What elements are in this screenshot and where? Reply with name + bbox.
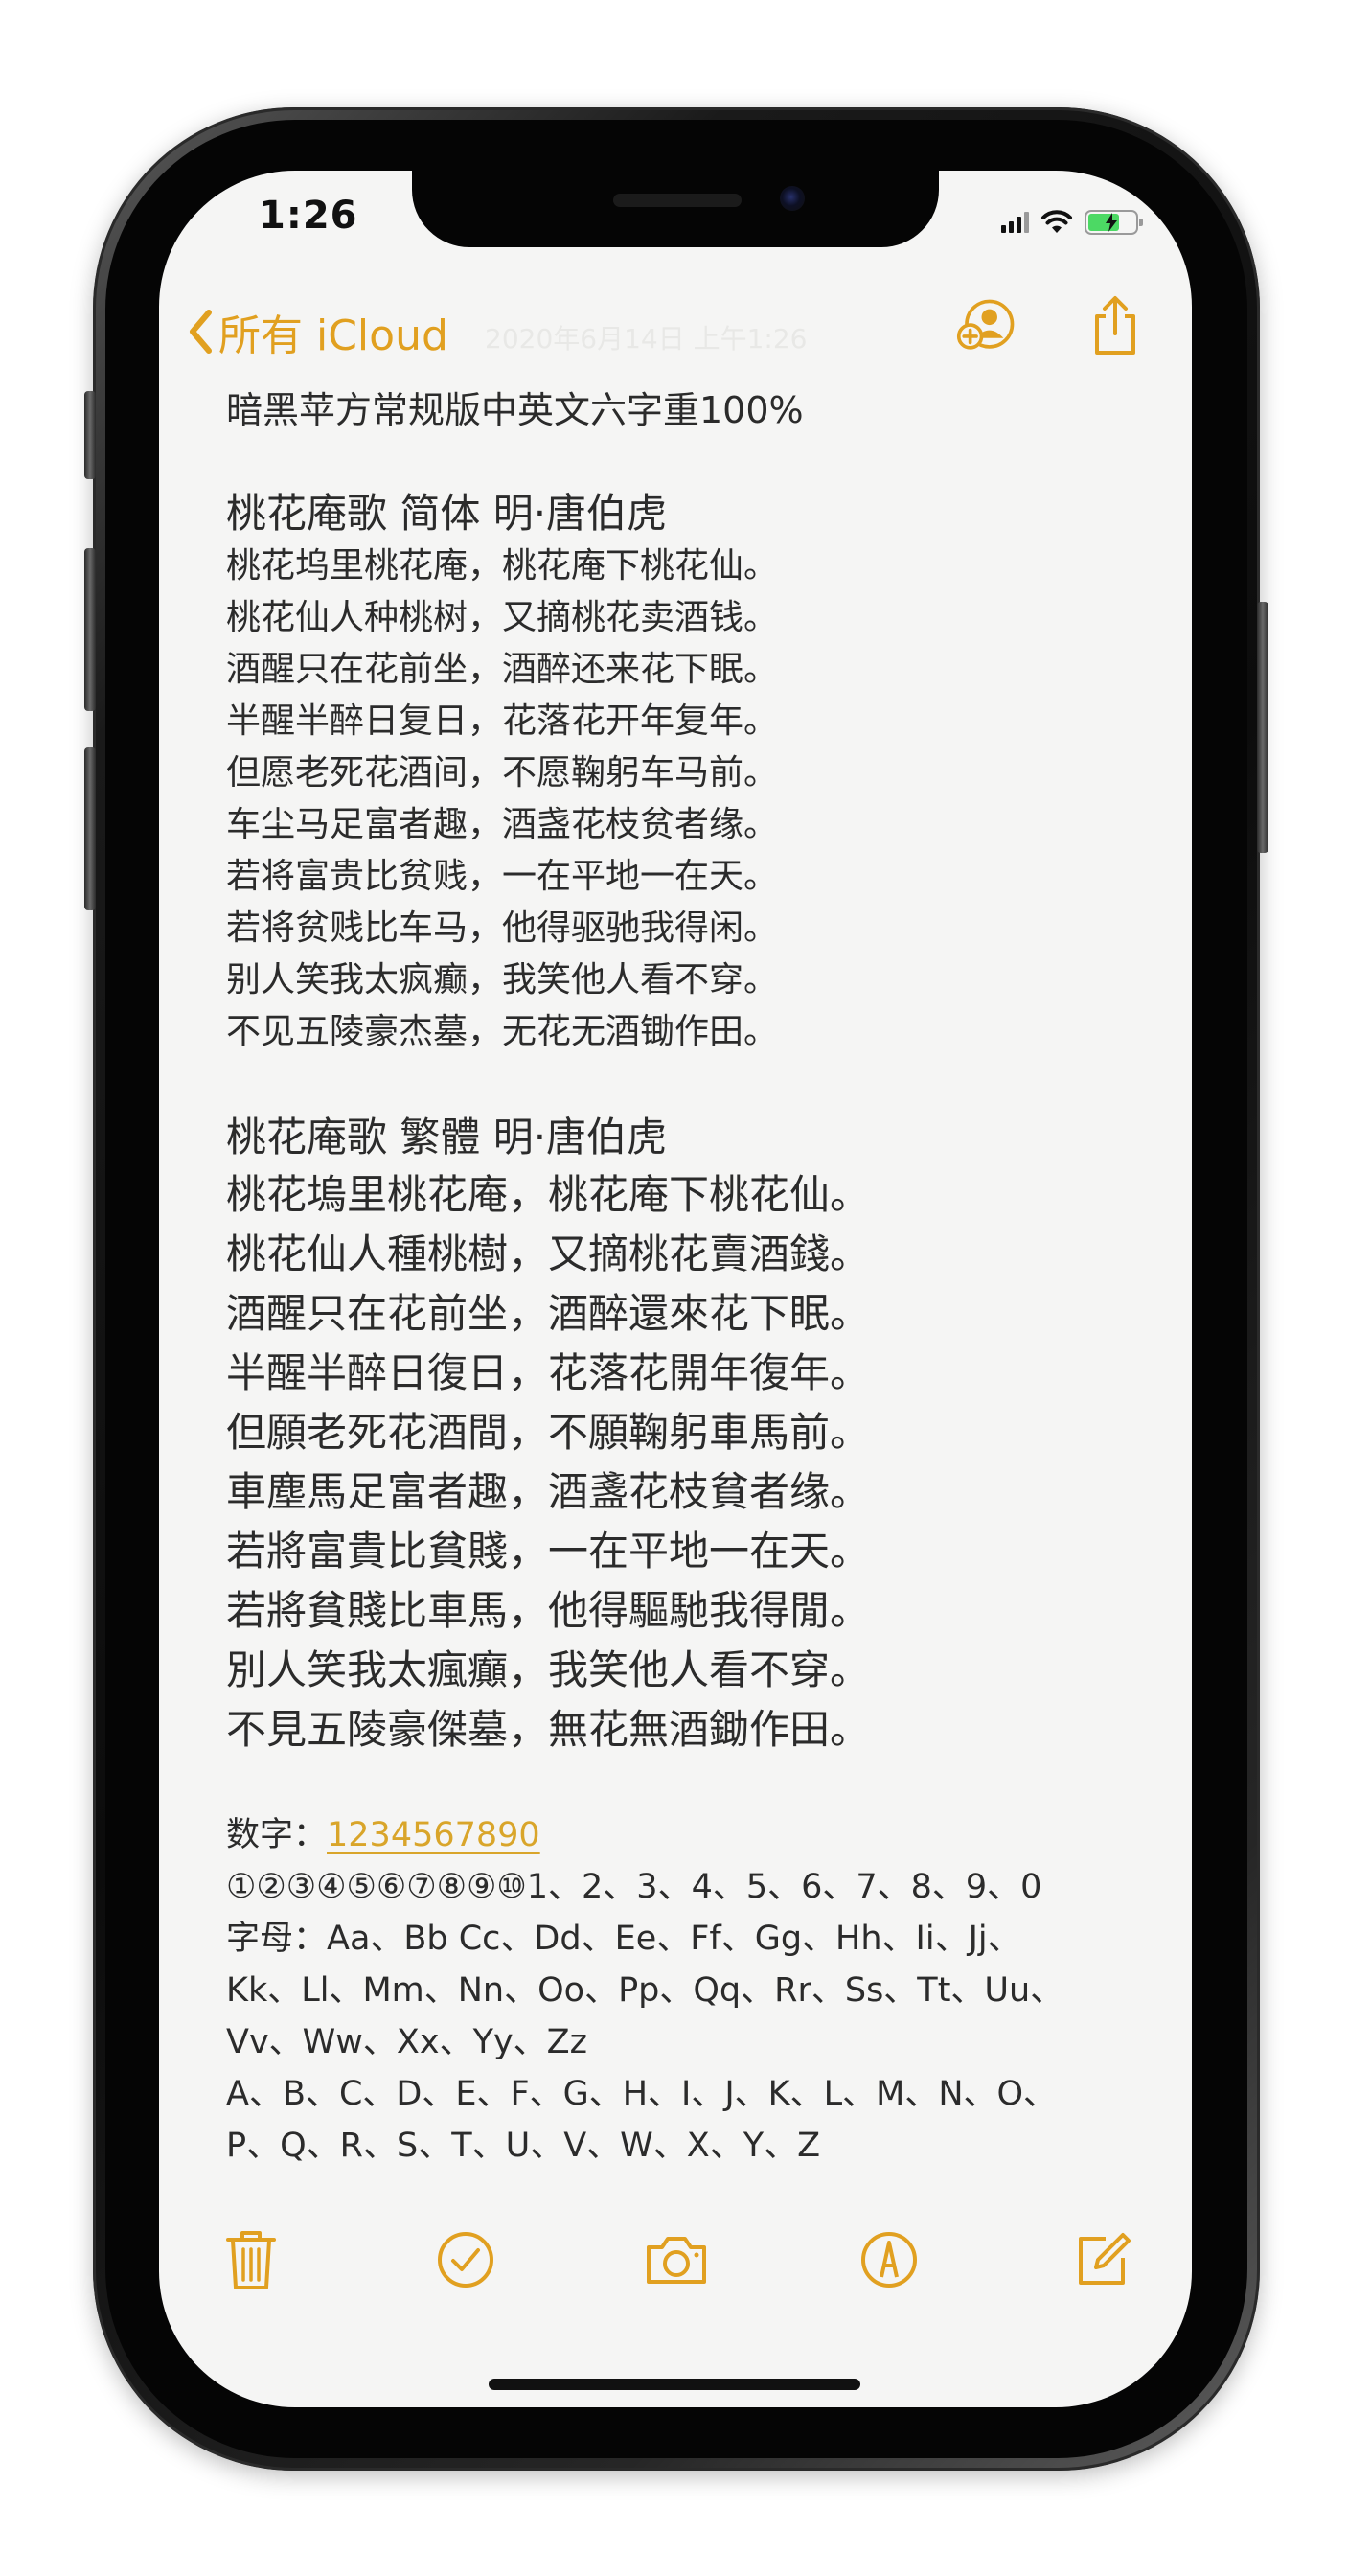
poem-line: 若將貧賤比車馬，他得驅馳我得閒。 xyxy=(226,1587,871,1634)
volume-up-button xyxy=(84,548,96,711)
poem-line: 酒醒只在花前坐，酒醉还来花下眠。 xyxy=(226,650,779,689)
poem-line: 别人笑我太疯癫，我笑他人看不穿。 xyxy=(226,960,779,1000)
poem-line: 若将富贵比贫贱，一在平地一在天。 xyxy=(226,857,779,896)
screen: 1:26 所有 iCloud 2020年6月14日 上午1:26 暗黑苹方常规版… xyxy=(159,171,1192,2407)
status-icons xyxy=(1001,209,1143,236)
note-body[interactable]: 暗黑苹方常规版中英文六字重100% 桃花庵歌 简体 明·唐伯虎 桃花坞里桃花庵，… xyxy=(226,383,1154,2172)
letters-line: P、Q、R、S、T、U、V、W、X、Y、Z xyxy=(226,2127,821,2165)
poem-line: 別人笑我太瘋癲，我笑他人看不穿。 xyxy=(226,1646,871,1693)
back-button-label: 所有 iCloud xyxy=(218,311,448,360)
notch xyxy=(412,171,939,247)
letters-line: 字母：Aa、Bb Cc、Dd、Ee、Ff、Gg、Hh、Ii、Jj、 xyxy=(226,1920,1021,1958)
back-button[interactable]: 所有 iCloud xyxy=(188,301,448,362)
markup-icon xyxy=(861,2232,917,2288)
poem-line: 不见五陵豪杰墓，无花无酒锄作田。 xyxy=(226,1012,779,1051)
share-button[interactable] xyxy=(1085,295,1146,356)
letters-line: Kk、Ll、Mm、Nn、Oo、Pp、Qq、Rr、Ss、Tt、Uu、 xyxy=(226,1971,1064,2010)
nav-actions xyxy=(956,295,1146,356)
poem-title-simplified: 桃花庵歌 简体 明·唐伯虎 xyxy=(226,490,668,537)
add-person-icon xyxy=(956,299,1015,350)
navigation-bar: 所有 iCloud 2020年6月14日 上午1:26 xyxy=(159,295,1192,372)
poem-title-traditional: 桃花庵歌 繁體 明·唐伯虎 xyxy=(226,1114,668,1161)
poem-line: 桃花塢里桃花庵，桃花庵下桃花仙。 xyxy=(226,1171,871,1218)
circled-numbers-line: ①②③④⑤⑥⑦⑧⑨⑩1、2、3、4、5、6、7、8、9、0 xyxy=(226,1868,1042,1906)
compose-button[interactable] xyxy=(1063,2221,1140,2298)
markup-button[interactable] xyxy=(851,2221,927,2298)
chevron-left-icon xyxy=(190,310,212,354)
status-time: 1:26 xyxy=(259,194,358,238)
note-date: 2020年6月14日 上午1:26 xyxy=(485,323,808,355)
poem-line: 若将贫贱比车马，他得驱驰我得闲。 xyxy=(226,908,779,948)
poem-line: 桃花坞里桃花庵，桃花庵下桃花仙。 xyxy=(226,546,779,586)
poem-line: 車塵馬足富者趣，酒盞花枝貧者缘。 xyxy=(226,1468,871,1515)
poem-line: 半醒半醉日复日，花落花开年复年。 xyxy=(226,702,779,741)
poem-simplified: 桃花坞里桃花庵，桃花庵下桃花仙。 桃花仙人种桃树，又摘桃花卖酒钱。 酒醒只在花前… xyxy=(226,540,1154,1058)
digits-link[interactable]: 1234567890 xyxy=(327,1816,540,1854)
letters-line: Vv、Ww、Xx、Yy、Zz xyxy=(226,2023,588,2061)
power-button xyxy=(1257,602,1268,853)
trash-icon xyxy=(226,2231,276,2289)
add-people-button[interactable] xyxy=(956,295,1017,356)
silent-switch xyxy=(84,391,96,479)
checklist-icon xyxy=(438,2232,493,2288)
delete-button[interactable] xyxy=(213,2221,289,2298)
poem-line: 半醒半醉日復日，花落花開年復年。 xyxy=(226,1349,871,1396)
volume-down-button xyxy=(84,748,96,910)
poem-traditional: 桃花塢里桃花庵，桃花庵下桃花仙。 桃花仙人種桃樹，又摘桃花賣酒錢。 酒醒只在花前… xyxy=(226,1165,1154,1760)
note-heading: 暗黑苹方常规版中英文六字重100% xyxy=(226,389,804,431)
cellular-signal-icon xyxy=(1001,212,1029,233)
home-indicator[interactable] xyxy=(489,2379,860,2390)
poem-line: 桃花仙人种桃树，又摘桃花卖酒钱。 xyxy=(226,598,779,637)
checklist-button[interactable] xyxy=(427,2221,504,2298)
camera-icon xyxy=(647,2237,706,2284)
wifi-icon xyxy=(1041,210,1072,233)
poem-line: 酒醒只在花前坐，酒醉還來花下眠。 xyxy=(226,1290,871,1337)
poem-line: 桃花仙人種桃樹，又摘桃花賣酒錢。 xyxy=(226,1230,871,1277)
poem-line: 若將富貴比貧賤，一在平地一在天。 xyxy=(226,1528,871,1575)
digits-label: 数字： xyxy=(226,1816,328,1854)
compose-icon xyxy=(1079,2233,1131,2285)
poem-line: 但愿老死花酒间，不愿鞠躬车马前。 xyxy=(226,753,779,793)
poem-line: 车尘马足富者趣，酒盏花枝贫者缘。 xyxy=(226,805,779,844)
poem-line: 不見五陵豪傑墓，無花無酒鋤作田。 xyxy=(226,1706,871,1753)
share-icon xyxy=(1095,296,1135,355)
battery-charging-icon xyxy=(1085,210,1143,235)
poem-line: 但願老死花酒間，不願鞠躬車馬前。 xyxy=(226,1409,871,1456)
letters-line: A、B、C、D、E、F、G、H、I、J、K、L、M、N、O、 xyxy=(226,2075,1058,2113)
bottom-toolbar xyxy=(159,2221,1192,2317)
digits-line: 数字：1234567890 xyxy=(226,1809,1154,1861)
camera-button[interactable] xyxy=(638,2221,715,2298)
